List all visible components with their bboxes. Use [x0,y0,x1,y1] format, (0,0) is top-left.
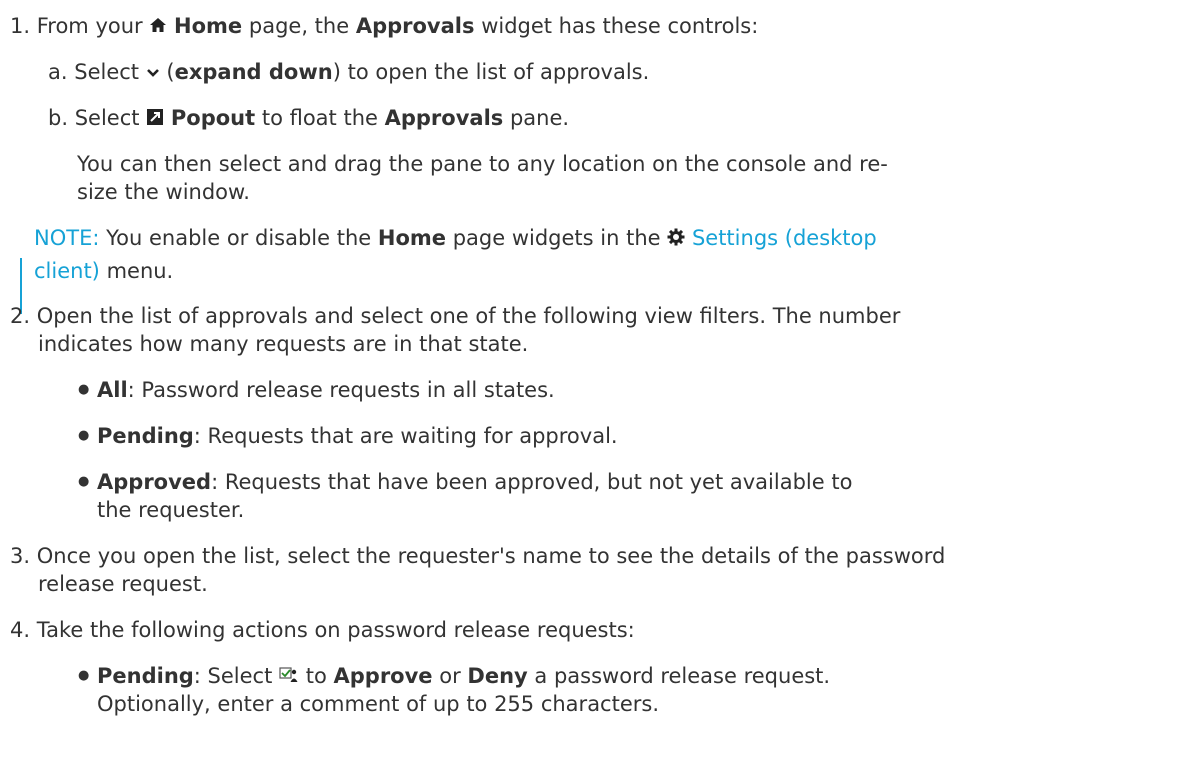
step-text: Select [74,106,140,130]
action-text: or [439,664,461,688]
filter-approved: Approved: Requests that have been approv… [97,468,852,496]
popout-icon [146,105,164,133]
chevron-down-icon [146,59,160,87]
step-text: Select [74,60,140,84]
settings-link[interactable]: Settings (desktop [692,226,877,250]
bullet-dot: ● [78,668,90,683]
step-4: 4. Take the following actions on passwor… [10,616,635,644]
approvals-label: Approvals [355,14,475,38]
filter-term: Pending [97,424,194,448]
bullet-dot: ● [78,474,90,489]
step-text: ) to open the list of approvals. [332,60,650,84]
popout-label: Popout [170,106,256,130]
filter-term: Approved [97,470,212,494]
action-term: Pending [97,664,194,688]
step-number: 2. [10,304,31,328]
action-text: a password release request. [534,664,831,688]
step-1a: a. Select (expand down) to open the list… [48,58,649,87]
filter-approved-cont: the requester. [97,498,245,522]
expand-down-label: expand down [174,60,333,84]
step-text: From your [36,14,143,38]
note-line-2: client) menu. [34,257,173,285]
approve-deny-icon [279,663,299,691]
approvals-label: Approvals [384,106,504,130]
filter-term: All [97,378,128,402]
step-number: 1. [10,14,31,38]
home-icon [149,13,167,41]
step-text: Once you open the list, select the reque… [36,544,946,568]
note-label: NOTE: [34,226,100,250]
step-text: page, the [248,14,350,38]
step-letter: b. [48,106,69,130]
step-text: pane. [509,106,570,130]
note-text: You enable or disable the [106,226,372,250]
filter-pending: Pending: Requests that are waiting for a… [97,422,618,450]
step-text: widget has these controls: [481,14,759,38]
step-text: Open the list of approvals and select on… [36,304,901,328]
settings-link-cont[interactable]: client) [34,259,100,283]
approve-label: Approve [333,664,433,688]
note-line-1: NOTE: You enable or disable the Home pag… [34,224,877,253]
step-1b-para-line-1: You can then select and drag the pane to… [77,152,888,176]
step-3: 3. Once you open the list, select the re… [10,542,945,570]
action-pending-cont: Optionally, enter a comment of up to 255… [97,692,660,716]
step-1: 1. From your Home page, the Approvals wi… [10,12,758,41]
note-text: menu. [106,259,174,283]
home-label: Home [174,14,243,38]
step-1b: b. Select Popout to float the Approvals … [48,104,569,133]
step-letter: a. [48,60,68,84]
step-1b-para-line-2: size the window. [77,180,250,204]
note-text: page widgets in the [452,226,661,250]
step-text: ( [166,60,175,84]
document: 1. From your Home page, the Approvals wi… [0,0,1194,774]
filter-description: : Requests that have been approved, but … [211,470,853,494]
step-2: 2. Open the list of approvals and select… [10,302,900,330]
step-2-line-2: indicates how many requests are in that … [38,332,529,356]
step-number: 3. [10,544,31,568]
step-3-line-2: release request. [38,572,208,596]
step-text: to float the [261,106,378,130]
deny-label: Deny [467,664,528,688]
gear-icon [667,225,685,253]
action-text: to [305,664,327,688]
home-label: Home [377,226,447,250]
bullet-dot: ● [78,382,90,397]
action-pending: Pending: Select to Approve or Deny a pas… [97,662,830,691]
step-text: Take the following actions on password r… [36,618,635,642]
bullet-dot: ● [78,428,90,443]
filter-description: : Password release requests in all state… [127,378,555,402]
filter-all: All: Password release requests in all st… [97,376,555,404]
filter-description: : Requests that are waiting for approval… [193,424,618,448]
step-number: 4. [10,618,31,642]
action-text: : Select [193,664,273,688]
